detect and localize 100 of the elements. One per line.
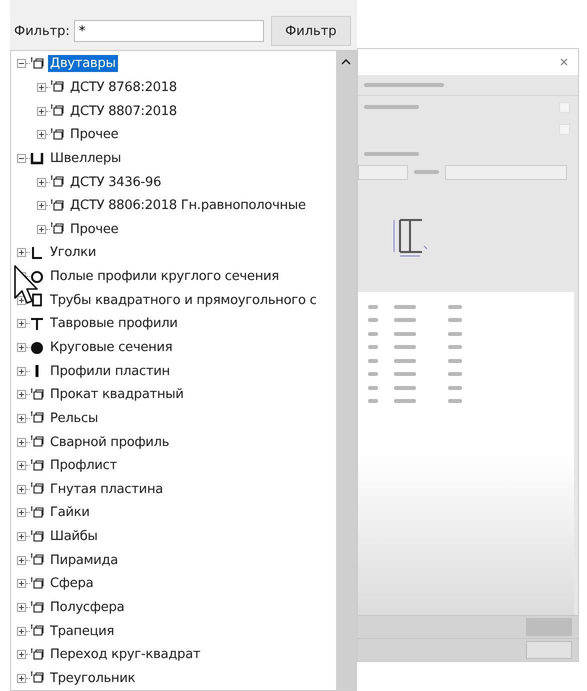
expand-icon[interactable] (17, 556, 26, 565)
disc-icon (30, 340, 44, 354)
tree-item[interactable]: Рельсы (48, 410, 100, 427)
expand-icon[interactable] (17, 296, 26, 305)
channel-icon (30, 151, 44, 166)
tree-item[interactable]: Уголки (48, 244, 98, 262)
collapse-icon[interactable] (17, 154, 26, 163)
expand-icon[interactable] (37, 130, 46, 140)
expand-icon[interactable] (17, 532, 26, 542)
blurred-text (448, 386, 462, 390)
expand-icon[interactable] (37, 224, 46, 234)
tree-item[interactable]: Сварной профиль (48, 434, 172, 451)
stack-icon (30, 553, 44, 568)
close-icon[interactable] (560, 58, 568, 66)
tree-item[interactable]: Треугольник (48, 670, 138, 687)
expand-icon[interactable] (17, 438, 26, 447)
tree-item[interactable]: Двутавры (48, 55, 118, 72)
tree-item[interactable]: Пирамида (48, 552, 120, 569)
scrollbar[interactable] (336, 51, 356, 690)
expand-icon[interactable] (17, 414, 26, 423)
tree-item[interactable]: Тавровые профили (48, 315, 180, 332)
tee-icon (30, 316, 44, 331)
tree-item[interactable]: ДСТУ 3436-96 (68, 174, 164, 191)
input-field[interactable] (445, 164, 567, 180)
tree-item[interactable]: Круговые сечения (48, 339, 174, 356)
square-icon (30, 293, 44, 308)
blurred-text (448, 358, 462, 363)
filter-field[interactable]: * (74, 20, 264, 42)
tree-item[interactable]: Прочее (68, 126, 120, 144)
stack-icon (30, 600, 44, 615)
blurred-text (394, 399, 416, 404)
tree-item[interactable]: ДСТУ 8768:2018 (68, 78, 179, 96)
collapse-icon[interactable] (17, 59, 26, 68)
blurred-text (394, 318, 416, 322)
tree-item[interactable]: Профлист (48, 457, 119, 474)
stack-icon (30, 56, 44, 71)
stack-icon (50, 128, 64, 142)
tree-item[interactable]: ДСТУ 8806:2018 Гн.равнополочные (68, 197, 308, 214)
expand-icon[interactable] (17, 650, 26, 660)
blurred-label (364, 105, 419, 109)
blurred-text (394, 358, 416, 363)
blurred-text (448, 332, 462, 336)
blurred-text (394, 304, 416, 309)
filter-button[interactable]: Фильтр (270, 16, 351, 46)
blurred-text (448, 345, 462, 350)
expand-icon[interactable] (17, 366, 26, 376)
stack-icon (30, 482, 44, 496)
stack-icon (30, 458, 44, 473)
stack-icon (50, 104, 64, 118)
stack-icon (50, 175, 64, 190)
tree-item[interactable]: Швеллеры (48, 150, 124, 167)
expand-icon[interactable] (17, 508, 26, 518)
blurred-text (448, 318, 462, 322)
expand-icon[interactable] (17, 248, 26, 258)
blurred-text (394, 345, 416, 350)
blurred-text (394, 332, 416, 336)
expand-icon[interactable] (17, 603, 26, 612)
angle-icon (30, 246, 44, 260)
tree-item[interactable]: Трубы квадратного и прямоугольного с (48, 292, 319, 309)
expand-icon[interactable] (17, 484, 26, 494)
stack-icon (50, 80, 64, 94)
stack-icon (50, 222, 64, 236)
stack-icon (30, 506, 44, 520)
tree-item[interactable]: Переход круг-квадрат (48, 646, 202, 664)
tree-item[interactable]: ДСТУ 8807:2018 (68, 102, 179, 120)
blurred-text (448, 372, 462, 376)
expand-icon[interactable] (17, 579, 26, 588)
expand-icon[interactable] (17, 461, 26, 470)
expand-icon[interactable] (17, 390, 26, 400)
expand-icon[interactable] (37, 178, 46, 187)
stack-icon (30, 671, 44, 686)
scroll-up-icon[interactable] (341, 59, 351, 65)
input-field[interactable] (358, 164, 408, 180)
expand-icon[interactable] (17, 319, 26, 328)
expand-icon[interactable] (37, 82, 46, 92)
blurred-label (414, 170, 439, 174)
blurred-text (394, 372, 416, 376)
expand-icon[interactable] (17, 626, 26, 636)
stack-icon (30, 411, 44, 426)
tree-item[interactable]: Прокат квадратный (48, 386, 186, 404)
blurred-label (364, 152, 419, 156)
expand-icon[interactable] (17, 343, 26, 352)
expand-icon[interactable] (17, 674, 26, 683)
tree-item[interactable]: Шайбы (48, 528, 100, 546)
stack-icon (30, 435, 44, 450)
tree-item[interactable]: Трапеция (48, 622, 116, 640)
mouse-pointer-icon (13, 264, 39, 306)
tree-item[interactable]: Полусфера (48, 599, 126, 616)
tree-item[interactable]: Гайки (48, 504, 92, 522)
tree-item[interactable]: Гнутая пластина (48, 480, 166, 498)
stack-icon (30, 624, 44, 638)
expand-icon[interactable] (37, 106, 46, 116)
tree-item[interactable]: Полые профили круглого сечения (48, 268, 281, 286)
tree-item[interactable]: Сфера (48, 575, 96, 592)
expand-icon[interactable] (37, 201, 46, 210)
stack-icon (30, 530, 44, 544)
stack-icon (50, 198, 64, 213)
ring-icon (30, 270, 44, 284)
tree-item[interactable]: Прочее (68, 220, 120, 238)
tree-item[interactable]: Профили пластин (48, 362, 172, 380)
